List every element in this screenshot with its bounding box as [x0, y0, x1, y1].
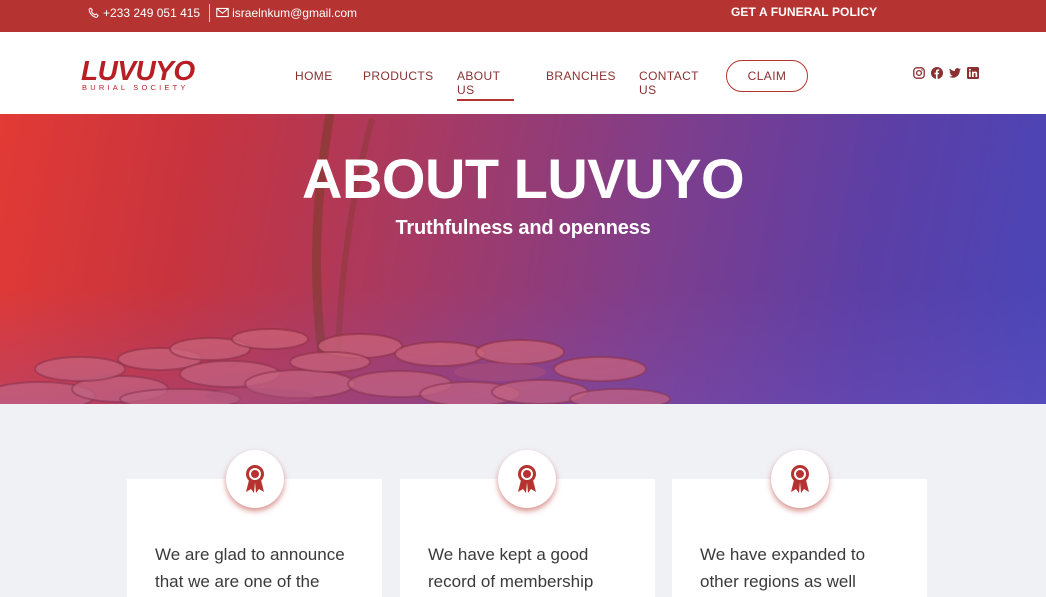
award-ribbon-icon	[226, 450, 284, 508]
phone-link[interactable]: +233 249 051 415	[88, 6, 200, 20]
email-address: israelnkum@gmail.com	[232, 5, 357, 20]
award-ribbon-icon	[498, 450, 556, 508]
phone-icon	[88, 6, 100, 19]
card-text: We have kept a good record of membership	[428, 545, 594, 591]
envelope-icon	[216, 7, 229, 18]
brand-logo[interactable]: LUVUYO BURIAL SOCIETY	[81, 56, 203, 96]
phone-number: +233 249 051 415	[103, 5, 201, 20]
social-links	[913, 66, 979, 79]
brand-name: LUVUYO	[81, 55, 195, 86]
linkedin-icon[interactable]	[967, 66, 979, 79]
nav-about-us[interactable]: ABOUT US	[457, 69, 500, 97]
award-ribbon-icon	[771, 450, 829, 508]
hero-banner: ABOUT LUVUYO Truthfulness and openness	[0, 114, 1046, 404]
get-funeral-policy-link[interactable]: GET A FUNERAL POLICY	[731, 5, 877, 19]
claim-button[interactable]: CLAIM	[726, 60, 808, 92]
divider	[209, 3, 211, 22]
active-nav-indicator	[457, 99, 514, 101]
top-bar: +233 249 051 415 israelnkum@gmail.com GE…	[0, 0, 1046, 32]
brand-tagline: BURIAL SOCIETY	[82, 83, 189, 92]
nav-home[interactable]: HOME	[295, 69, 333, 83]
page-title: ABOUT LUVUYO	[302, 147, 745, 210]
contact-info: +233 249 051 415 israelnkum@gmail.com	[88, 0, 357, 25]
about-cards-section: We are glad to announce that we are one …	[0, 404, 1046, 597]
nav-contact-us[interactable]: CONTACT US	[639, 69, 699, 97]
nav-branches[interactable]: BRANCHES	[546, 69, 616, 83]
card-text: We have expanded to other regions as wel…	[700, 545, 866, 591]
facebook-icon[interactable]	[931, 66, 943, 79]
page-subtitle: Truthfulness and openness	[395, 217, 651, 239]
card-text: We are glad to announce that we are one …	[155, 545, 345, 591]
site-header: LUVUYO BURIAL SOCIETY HOME PRODUCTS ABOU…	[0, 32, 1046, 114]
twitter-icon[interactable]	[949, 66, 961, 78]
nav-products[interactable]: PRODUCTS	[363, 69, 434, 83]
instagram-icon[interactable]	[913, 66, 925, 79]
email-link[interactable]: israelnkum@gmail.com	[216, 6, 357, 20]
